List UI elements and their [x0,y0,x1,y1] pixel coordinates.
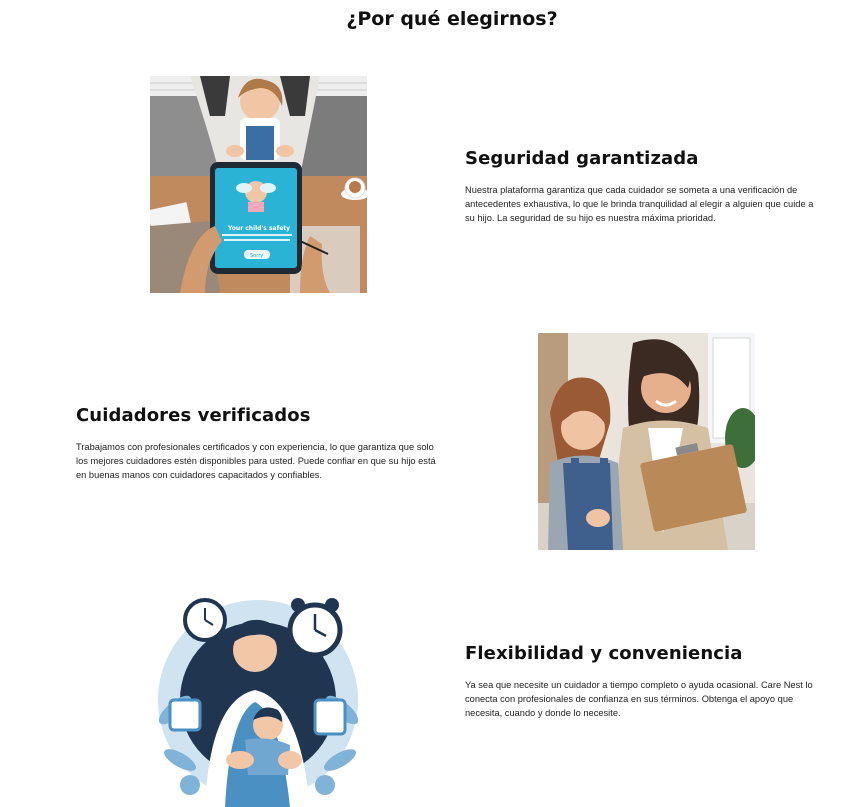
tablet-button-text: Sorry [250,253,263,259]
section-title: ¿Por qué elegirnos? [346,8,558,30]
caregiver-with-clipboard-and-girl-photo [538,333,755,550]
feature-cuidadores: Cuidadores verificados Trabajamos con pr… [76,405,446,482]
father-holding-baby-with-clocks-illustration [150,590,367,807]
feature-description: Ya sea que necesite un cuidador a tiempo… [465,680,813,718]
feature-heading: Seguridad garantizada [465,148,699,169]
feature-description: Nuestra plataforma garantiza que cada cu… [465,185,814,223]
feature-description: Trabajamos con profesionales certificado… [76,442,436,480]
feature-heading: Flexibilidad y conveniencia [465,643,743,664]
parent-tablet-child-safety-photo: Your child's safety Sorry [150,76,367,293]
feature-heading: Cuidadores verificados [76,405,311,426]
feature-seguridad: Seguridad garantizada Nuestra plataforma… [465,148,825,225]
feature-flexibilidad: Flexibilidad y conveniencia Ya sea que n… [465,643,825,720]
tablet-title-text: Your child's safety [227,225,290,232]
